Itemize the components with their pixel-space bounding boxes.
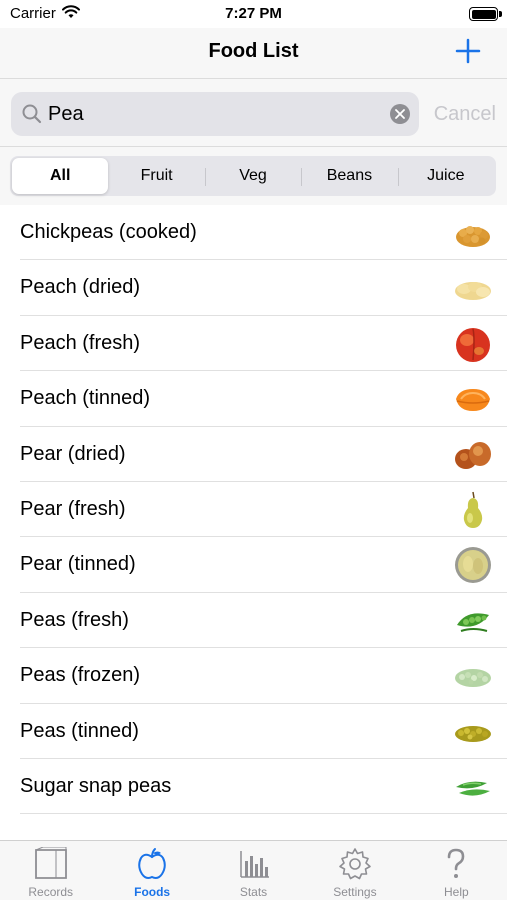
segment-juice[interactable]: Juice (397, 158, 494, 194)
tab-label: Records (28, 885, 74, 899)
category-filter: All Fruit Veg Beans Juice (0, 146, 507, 205)
list-item[interactable]: Pear (dried) (0, 427, 507, 482)
tab-help[interactable]: Help (406, 841, 507, 900)
tab-label: Help (443, 885, 469, 899)
tab-label: Foods (134, 885, 171, 899)
gear-icon (339, 848, 371, 880)
bar-chart-icon (239, 851, 269, 878)
segment-veg[interactable]: Veg (204, 158, 301, 194)
search-query: Pea (48, 103, 84, 125)
list-item[interactable]: Peach (tinned) (0, 371, 507, 427)
add-food-button[interactable] (455, 38, 481, 64)
segment-beans[interactable]: Beans (301, 158, 397, 194)
fresh-peas-thumbnail (457, 613, 489, 632)
food-name: Peach (dried) (20, 276, 141, 299)
tab-label: Settings (333, 885, 377, 899)
food-name: Pear (fresh) (20, 497, 126, 520)
clear-search-button[interactable] (390, 104, 410, 124)
segmented-control: All Fruit Veg Beans Juice (10, 156, 496, 196)
tab-foods[interactable]: Foods (101, 841, 202, 900)
close-icon (395, 109, 405, 119)
list-item[interactable]: Pear (tinned) (0, 537, 507, 593)
food-name: Peas (frozen) (20, 664, 141, 687)
tinned-pear-thumbnail (455, 547, 491, 584)
food-name: Peas (fresh) (20, 608, 129, 631)
food-list: Chickpeas (cooked) Peach (dried) Peach (… (0, 205, 507, 815)
dried-pear-thumbnail (455, 441, 491, 469)
food-name: Peach (fresh) (20, 331, 141, 354)
search-input[interactable]: Pea (11, 92, 419, 136)
food-name: Pear (dried) (20, 442, 126, 465)
question-mark-icon (448, 848, 465, 878)
plus-icon (455, 38, 481, 64)
battery-icon (469, 7, 502, 21)
list-item[interactable]: Chickpeas (cooked) (0, 205, 507, 261)
frozen-peas-thumbnail (455, 669, 491, 688)
list-item[interactable]: Peas (fresh) (0, 593, 507, 649)
search-bar: Pea Cancel (0, 78, 507, 146)
sugar-snap-peas-thumbnail (456, 781, 490, 796)
list-item[interactable]: Sugar snap peas (0, 759, 507, 815)
list-item[interactable]: Peas (frozen) (0, 648, 507, 704)
status-time: 7:27 PM (225, 5, 282, 22)
tab-bar: Records Foods Stats Settings Help (0, 840, 507, 900)
list-item[interactable]: Peach (dried) (0, 260, 507, 316)
status-bar: Carrier 7:27 PM (0, 0, 507, 28)
dried-peach-thumbnail (455, 282, 491, 301)
list-item[interactable]: Pear (fresh) (0, 482, 507, 538)
food-name: Peach (tinned) (20, 387, 151, 410)
segment-all[interactable]: All (12, 158, 109, 194)
tinned-peach-thumbnail (456, 389, 490, 412)
tab-settings[interactable]: Settings (304, 841, 405, 900)
segment-fruit[interactable]: Fruit (108, 158, 204, 194)
fresh-peach-thumbnail (456, 327, 490, 362)
records-icon (34, 847, 67, 879)
food-name: Peas (tinned) (20, 719, 139, 742)
chickpeas-thumbnail (456, 226, 490, 247)
navigation-bar: Food List (0, 28, 507, 78)
food-name: Chickpeas (cooked) (20, 221, 197, 243)
search-icon (21, 103, 43, 130)
tab-records[interactable]: Records (0, 841, 101, 900)
list-item[interactable]: Peach (fresh) (0, 316, 507, 372)
food-name: Sugar snap peas (20, 774, 172, 797)
page-title: Food List (208, 40, 299, 62)
apple-icon (138, 848, 166, 879)
list-item[interactable]: Peas (tinned) (0, 704, 507, 759)
tab-label: Stats (239, 885, 268, 899)
food-name: Pear (tinned) (20, 553, 136, 576)
tinned-peas-thumbnail (455, 725, 491, 742)
tab-stats[interactable]: Stats (203, 841, 304, 900)
fresh-pear-thumbnail (463, 491, 483, 528)
cancel-button[interactable]: Cancel (434, 103, 496, 126)
